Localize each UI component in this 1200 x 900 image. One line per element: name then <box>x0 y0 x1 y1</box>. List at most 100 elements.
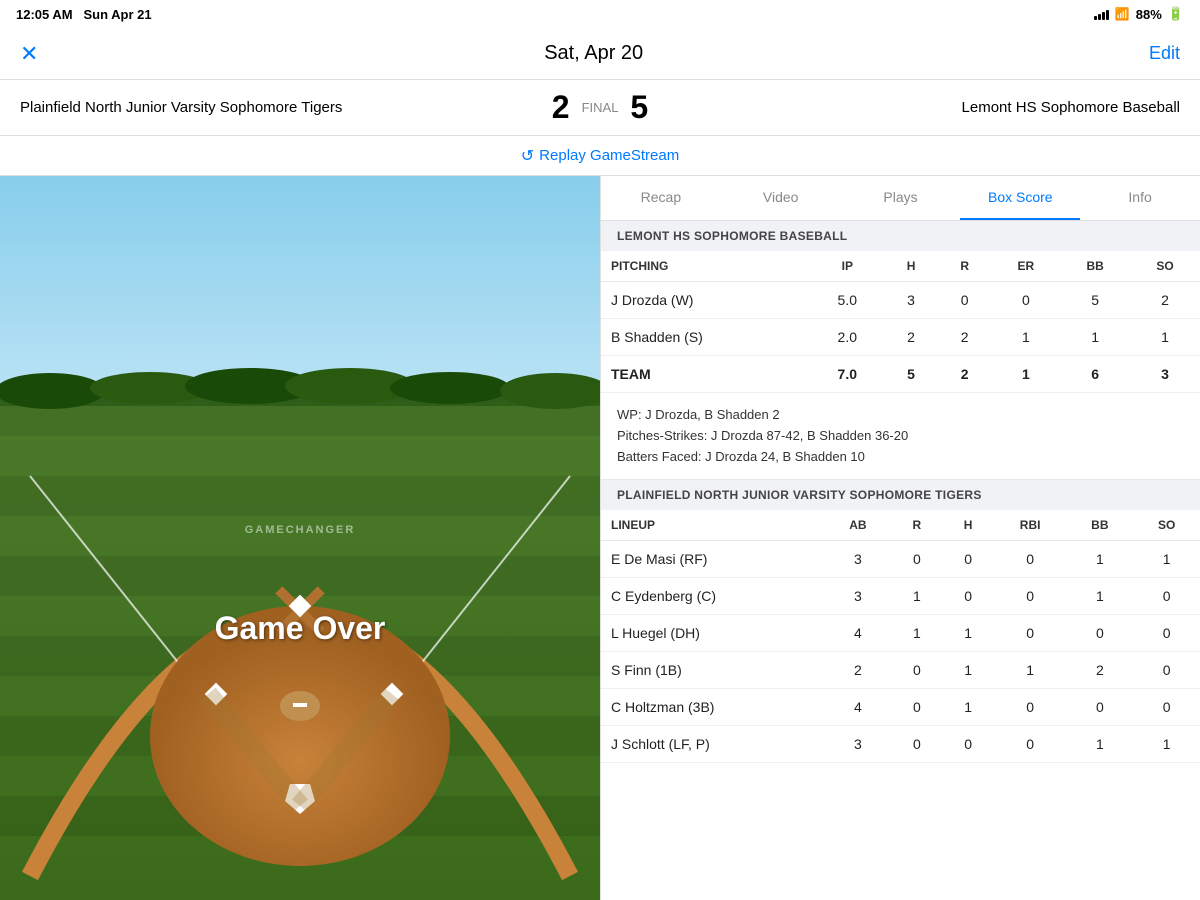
team-left-name: Plainfield North Junior Varsity Sophomor… <box>20 99 552 116</box>
tab-recap[interactable]: Recap <box>601 176 721 220</box>
table-cell: 1 <box>1130 319 1200 356</box>
table-cell: 1 <box>943 615 994 652</box>
field-container: GAMECHANGER Game Over <box>0 176 600 900</box>
table-cell: 3 <box>825 578 892 615</box>
plainfield-section-header: PLAINFIELD NORTH JUNIOR VARSITY SOPHOMOR… <box>601 480 1200 510</box>
table-cell: 1 <box>992 319 1061 356</box>
table-cell: 0 <box>994 689 1067 726</box>
note-wp: WP: J Drozda, B Shadden 2 <box>617 405 1184 426</box>
table-cell: 7.0 <box>810 356 884 393</box>
table-cell: 2 <box>884 319 938 356</box>
table-row: J Drozda (W)5.030052 <box>601 282 1200 319</box>
table-cell: 2 <box>825 652 892 689</box>
col-ab: AB <box>825 510 892 541</box>
note-pitches: Pitches-Strikes: J Drozda 87-42, B Shadd… <box>617 426 1184 447</box>
score-final: FINAL <box>582 100 619 115</box>
table-cell: J Schlott (LF, P) <box>601 726 825 763</box>
replay-icon: ↺ <box>521 146 534 166</box>
table-cell: 4 <box>825 689 892 726</box>
col-h: H <box>884 251 938 282</box>
table-cell: 4 <box>825 615 892 652</box>
tabs-bar: Recap Video Plays Box Score Info <box>601 176 1200 221</box>
table-cell: 0 <box>994 726 1067 763</box>
close-button[interactable]: ✕ <box>20 41 38 67</box>
col-so2: SO <box>1133 510 1200 541</box>
table-cell: 5.0 <box>810 282 884 319</box>
table-cell: 1 <box>943 652 994 689</box>
table-cell: 0 <box>938 282 992 319</box>
lineup-header-row: LINEUP AB R H RBI BB SO <box>601 510 1200 541</box>
table-cell: L Huegel (DH) <box>601 615 825 652</box>
tab-boxscore[interactable]: Box Score <box>960 176 1080 220</box>
table-row: C Eydenberg (C)310010 <box>601 578 1200 615</box>
table-cell: 0 <box>1133 652 1200 689</box>
signal-icon <box>1094 8 1109 20</box>
table-cell: 0 <box>943 541 994 578</box>
table-row: J Schlott (LF, P)300011 <box>601 726 1200 763</box>
table-cell: 0 <box>891 689 942 726</box>
table-cell: 2 <box>938 356 992 393</box>
replay-bar: ↺ Replay GameStream <box>0 136 1200 176</box>
table-row: C Holtzman (3B)401000 <box>601 689 1200 726</box>
field-svg <box>0 176 600 900</box>
table-cell: 0 <box>1066 689 1133 726</box>
table-cell: 1 <box>1066 541 1133 578</box>
lemont-notes: WP: J Drozda, B Shadden 2 Pitches-Strike… <box>601 393 1200 480</box>
table-cell: 5 <box>1060 282 1130 319</box>
main-layout: GAMECHANGER Game Over Recap Video Plays … <box>0 176 1200 900</box>
col-so: SO <box>1130 251 1200 282</box>
edit-button[interactable]: Edit <box>1149 43 1180 64</box>
pitching-table: PITCHING IP H R ER BB SO J Drozda (W)5.0… <box>601 251 1200 393</box>
table-cell: E De Masi (RF) <box>601 541 825 578</box>
table-cell: 0 <box>891 652 942 689</box>
table-cell: 3 <box>1130 356 1200 393</box>
table-cell: 6 <box>1060 356 1130 393</box>
header: ✕ Sat, Apr 20 Edit <box>0 28 1200 80</box>
table-cell: 1 <box>943 689 994 726</box>
col-rbi: RBI <box>994 510 1067 541</box>
table-cell: 1 <box>992 356 1061 393</box>
table-row: L Huegel (DH)411000 <box>601 615 1200 652</box>
score-row: Plainfield North Junior Varsity Sophomor… <box>0 80 1200 136</box>
table-cell: 1 <box>1133 541 1200 578</box>
tab-video[interactable]: Video <box>721 176 841 220</box>
wifi-icon: 📶 <box>1115 7 1130 21</box>
table-cell: 3 <box>825 541 892 578</box>
table-cell: 2 <box>938 319 992 356</box>
lineup-table: LINEUP AB R H RBI BB SO E De Masi (RF)30… <box>601 510 1200 763</box>
table-row: TEAM7.052163 <box>601 356 1200 393</box>
right-panel[interactable]: Recap Video Plays Box Score Info LEMONT … <box>600 176 1200 900</box>
lemont-section-header: LEMONT HS SOPHOMORE BASEBALL <box>601 221 1200 251</box>
tab-plays[interactable]: Plays <box>841 176 961 220</box>
table-cell: 0 <box>994 578 1067 615</box>
game-over-text: Game Over <box>215 610 386 647</box>
col-r: R <box>891 510 942 541</box>
replay-button[interactable]: ↺ Replay GameStream <box>521 146 679 166</box>
team-right-name: Lemont HS Sophomore Baseball <box>648 99 1180 116</box>
table-cell: 0 <box>994 615 1067 652</box>
tab-info[interactable]: Info <box>1080 176 1200 220</box>
field-panel: GAMECHANGER Game Over <box>0 176 600 900</box>
table-cell: 1 <box>1066 578 1133 615</box>
table-cell: 2 <box>1066 652 1133 689</box>
score-right: 5 <box>630 89 648 126</box>
col-er: ER <box>992 251 1061 282</box>
table-cell: TEAM <box>601 356 810 393</box>
header-title: Sat, Apr 20 <box>544 42 643 65</box>
table-cell: 0 <box>1066 615 1133 652</box>
status-indicators: 📶 88% 🔋 <box>1094 6 1184 22</box>
table-cell: 3 <box>825 726 892 763</box>
battery-icon: 🔋 <box>1168 6 1184 22</box>
table-cell: 2.0 <box>810 319 884 356</box>
table-cell: C Holtzman (3B) <box>601 689 825 726</box>
table-cell: 1 <box>1060 319 1130 356</box>
table-cell: 0 <box>1133 578 1200 615</box>
col-bb2: BB <box>1066 510 1133 541</box>
table-cell: S Finn (1B) <box>601 652 825 689</box>
table-cell: 0 <box>1133 689 1200 726</box>
table-cell: 0 <box>891 541 942 578</box>
table-cell: 0 <box>943 578 994 615</box>
table-cell: 1 <box>1133 726 1200 763</box>
score-left: 2 <box>552 89 570 126</box>
score-center: 2 FINAL 5 <box>552 89 648 126</box>
